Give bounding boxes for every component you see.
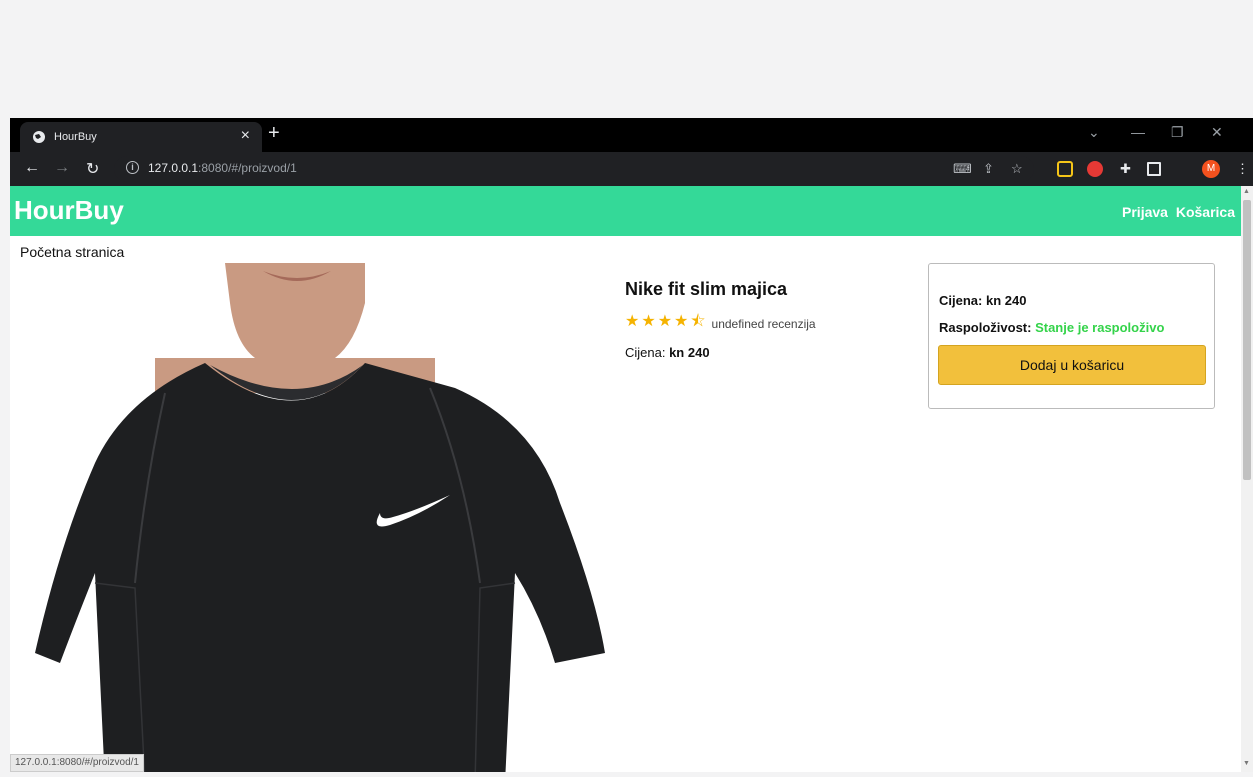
star-rating-icon: ★★★★⯪ [625, 313, 708, 330]
new-tab-icon[interactable]: + [268, 122, 280, 145]
info-icon[interactable]: i [126, 161, 139, 174]
back-icon[interactable]: ← [24, 159, 40, 177]
reload-icon[interactable]: ↻ [86, 159, 99, 179]
scroll-thumb[interactable] [1243, 200, 1251, 480]
brand-logo[interactable]: HourBuy [14, 195, 124, 226]
login-link[interactable]: Prijava [1122, 204, 1168, 220]
bookmark-star-icon[interactable]: ☆ [1011, 161, 1023, 177]
scroll-up-icon[interactable]: ▲ [1243, 188, 1250, 195]
availability: Raspoloživost: Stanje je raspoloživo [939, 320, 1165, 335]
breadcrumb[interactable]: Početna stranica [20, 244, 124, 260]
product-price: Cijena: kn 240 [625, 345, 710, 360]
menu-dots-icon[interactable]: ⋮ [1236, 161, 1249, 177]
url-field[interactable]: i 127.0.0.1:8080/#/proizvod/1 [114, 156, 1034, 182]
extensions-puzzle-icon[interactable]: ✚ [1120, 161, 1131, 177]
forward-icon[interactable]: → [54, 159, 70, 177]
reviews-count[interactable]: undefined recenzija [712, 317, 816, 331]
status-bar-url: 127.0.0.1:8080/#/proizvod/1 [10, 754, 144, 772]
browser-tab[interactable]: HourBuy × [20, 122, 262, 152]
close-window-icon[interactable]: ✕ [1211, 124, 1223, 141]
product-title: Nike fit slim majica [625, 279, 788, 299]
product-rating: ★★★★⯪ undefined recenzija [625, 310, 925, 337]
add-to-cart-button[interactable]: Dodaj u košaricu [938, 345, 1206, 385]
share-icon[interactable]: ⇪ [983, 161, 994, 177]
restore-icon[interactable]: ❐ [1171, 124, 1184, 141]
tab-bar: HourBuy × + ⌄ — ❐ ✕ [10, 118, 1253, 152]
tab-search-icon[interactable]: ⌄ [1088, 124, 1100, 141]
close-tab-icon[interactable]: × [241, 127, 250, 145]
side-panel-icon[interactable] [1147, 162, 1161, 176]
screenshot-extension-icon[interactable] [1057, 161, 1073, 177]
blank-area [0, 0, 1253, 118]
site-header: HourBuy Prijava Košarica [10, 186, 1241, 236]
translate-icon[interactable]: ⌨ [953, 161, 972, 177]
tab-title: HourBuy [54, 131, 97, 143]
globe-icon [33, 131, 45, 143]
browser-window: HourBuy × + ⌄ — ❐ ✕ ← → ↻ i 127.0.0.1:80… [10, 118, 1253, 772]
cart-link[interactable]: Košarica [1176, 204, 1235, 220]
scrollbar[interactable]: ▲ ▼ [1241, 186, 1253, 772]
address-bar: ← → ↻ i 127.0.0.1:8080/#/proizvod/1 ⌨ ⇪ … [10, 152, 1253, 186]
minimize-icon[interactable]: — [1131, 124, 1145, 140]
scroll-down-icon[interactable]: ▼ [1243, 760, 1250, 767]
url-text: 127.0.0.1:8080/#/proizvod/1 [148, 161, 297, 175]
profile-avatar[interactable]: M [1202, 160, 1220, 178]
adblock-extension-icon[interactable] [1087, 161, 1103, 177]
buy-box: Cijena: kn 240 Raspoloživost: Stanje je … [928, 263, 1215, 409]
availability-status: Stanje je raspoloživo [1035, 320, 1165, 335]
product-image [35, 263, 605, 772]
header-nav: Prijava Košarica [1118, 204, 1235, 220]
product-info: Nike fit slim majica ★★★★⯪ undefined rec… [625, 279, 925, 360]
page-viewport: HourBuy Prijava Košarica Početna stranic… [10, 186, 1241, 772]
buybox-price: Cijena: kn 240 [939, 293, 1027, 308]
